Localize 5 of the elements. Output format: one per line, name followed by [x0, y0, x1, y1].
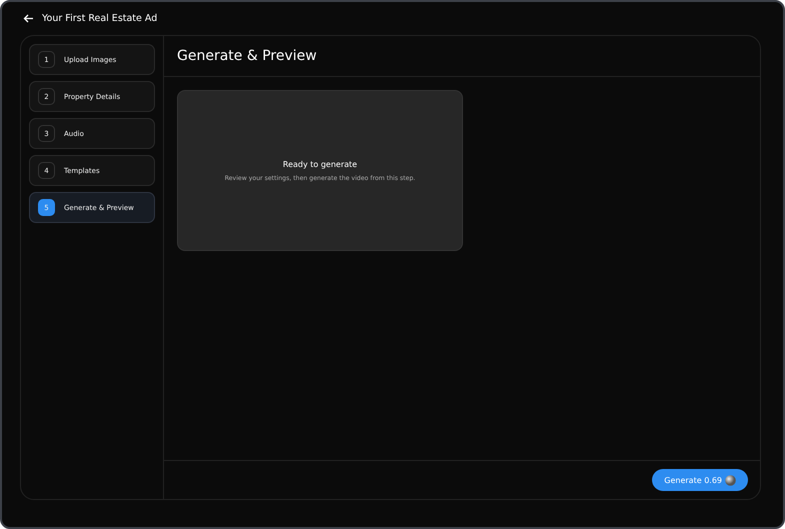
coin-icon — [725, 474, 736, 486]
back-arrow-icon[interactable] — [23, 14, 34, 23]
window-title: Your First Real Estate Ad — [42, 13, 158, 24]
preview-heading: Ready to generate — [282, 160, 358, 168]
page-title: Generate & Preview — [177, 48, 317, 64]
